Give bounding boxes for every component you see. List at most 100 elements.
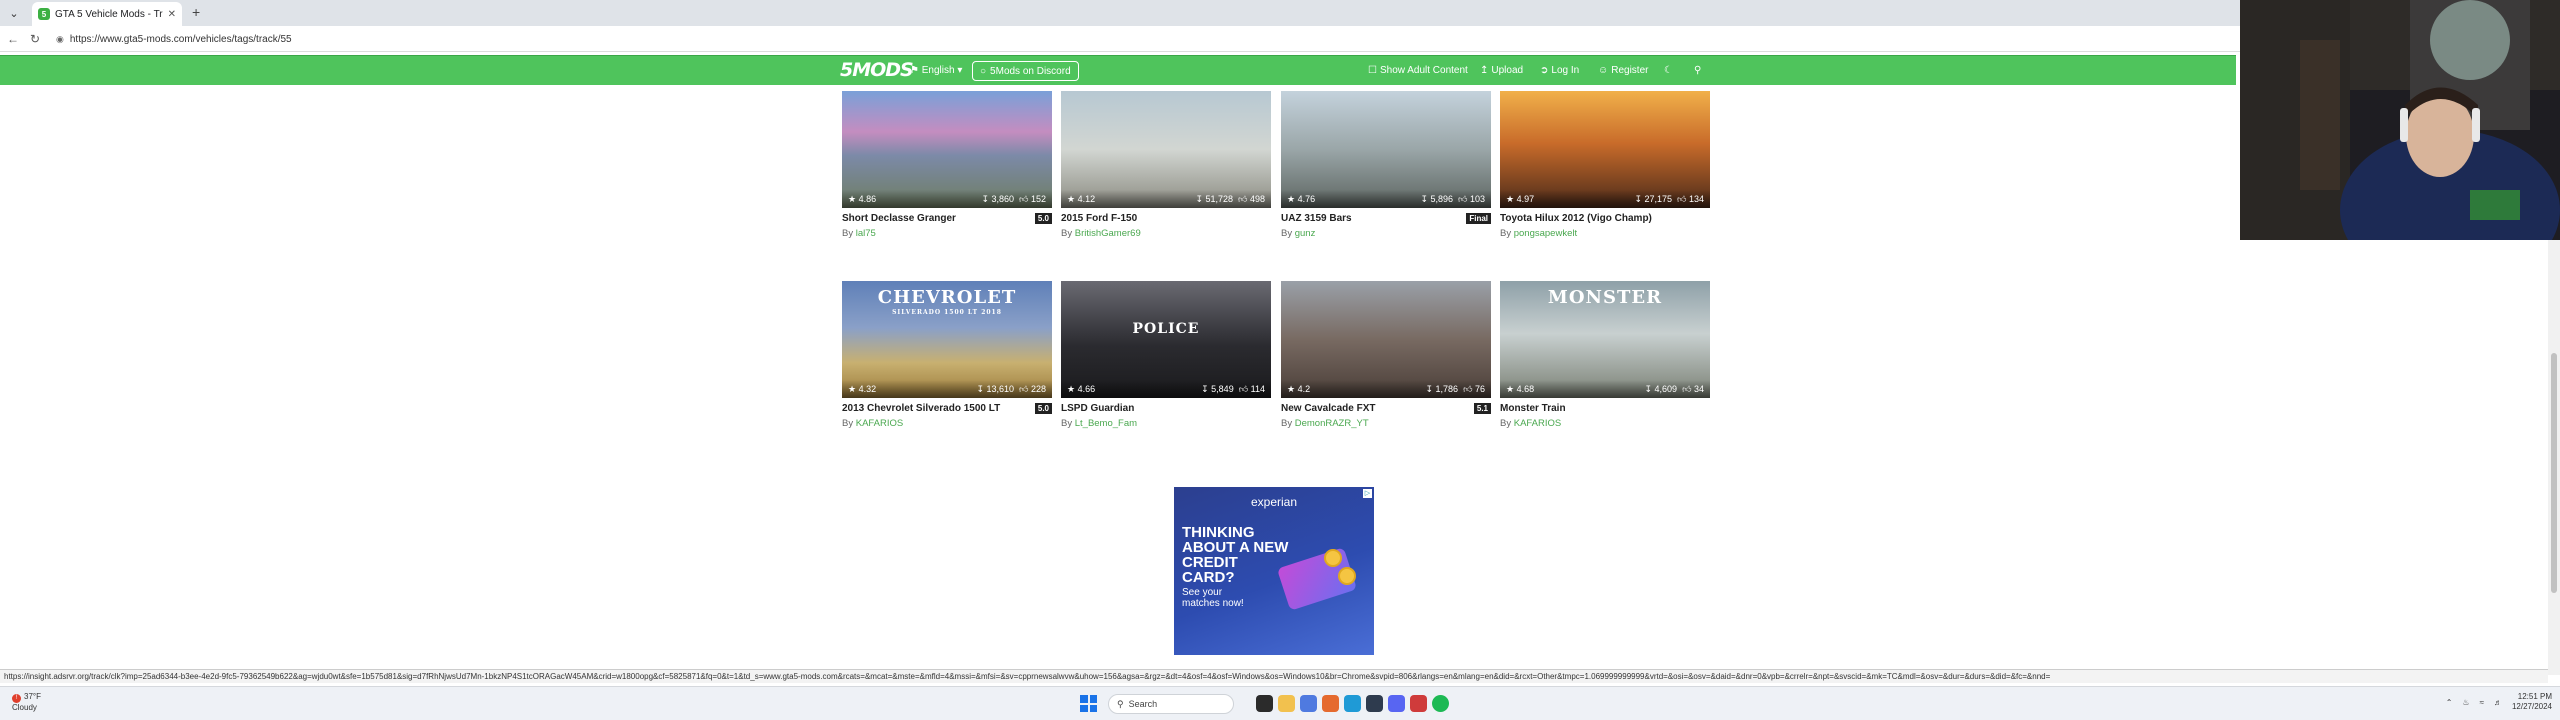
address-bar[interactable]: ◉ https://www.gta5-mods.com/vehicles/tag… xyxy=(56,30,2256,48)
download-count: 51,728 xyxy=(1205,194,1234,204)
mod-author-link[interactable]: KAFARIOS xyxy=(1514,418,1562,429)
coin-icon xyxy=(1338,567,1356,585)
task-view-icon[interactable] xyxy=(1256,695,1273,712)
mod-rating: ★ 4.2 xyxy=(1287,384,1310,395)
mod-card[interactable]: ★ 4.97 ↧ 27,175 👍︎ 134 Toyota Hilux 2012 (… xyxy=(1500,91,1710,239)
advertisement[interactable]: ▷ experian THINKING ABOUT A NEW CREDIT C… xyxy=(1174,487,1374,655)
new-tab-icon[interactable]: + xyxy=(192,4,200,20)
weather-temp: 37°F xyxy=(24,692,41,701)
mod-card[interactable]: POLICE ★ 4.66 ↧ 5,849 👍︎ 114 LSPD Guardian B… xyxy=(1061,281,1271,429)
by-label: By xyxy=(1500,418,1514,429)
mod-author-link[interactable]: KAFARIOS xyxy=(856,418,904,429)
mod-card[interactable]: ★ 4.76 ↧ 5,896 👍︎ 103 UAZ 3159 Bars Final By… xyxy=(1281,91,1491,239)
site-navbar: 5MODS ⚑ English ▾ ○ 5Mods on Discord ☐ Sho… xyxy=(0,55,2236,85)
mod-thumbnail[interactable]: CHEVROLET SILVERADO 1500 LT 2018 ★ 4.32 ↧ 1… xyxy=(842,281,1052,398)
mod-author-link[interactable]: Lt_Bemo_Fam xyxy=(1075,418,1137,429)
mod-rating: ★ 4.68 xyxy=(1506,384,1534,395)
mod-author-link[interactable]: BritishGamer69 xyxy=(1075,228,1141,239)
mod-thumbnail[interactable]: ★ 4.76 ↧ 5,896 👍︎ 103 xyxy=(1281,91,1491,208)
app-icon[interactable] xyxy=(1410,695,1427,712)
login-link[interactable]: ➲ Log In xyxy=(1540,65,1579,76)
screen: ⌄ 5 GTA 5 Vehicle Mods - Track - GTA ✕ +… xyxy=(0,0,2560,720)
mod-title[interactable]: 2013 Chevrolet Silverado 1500 LT xyxy=(842,403,1000,414)
windows-start-icon[interactable] xyxy=(1080,695,1097,712)
mod-card[interactable]: CHEVROLET SILVERADO 1500 LT 2018 ★ 4.32 ↧ 1… xyxy=(842,281,1052,429)
mod-thumbnail[interactable]: ★ 4.97 ↧ 27,175 👍︎ 134 xyxy=(1500,91,1710,208)
clock[interactable]: 12:51 PM 12/27/2024 xyxy=(2512,692,2552,712)
mod-title[interactable]: LSPD Guardian xyxy=(1061,403,1134,414)
back-icon[interactable]: ← xyxy=(4,30,22,48)
wifi-icon[interactable]: ≈ xyxy=(2480,698,2484,707)
upload-icon: ↥ xyxy=(1480,65,1489,76)
show-adult-content-toggle[interactable]: ☐ Show Adult Content xyxy=(1368,65,1468,76)
close-tab-icon[interactable]: ✕ xyxy=(168,9,176,20)
mod-author-line: By lal75 xyxy=(842,228,876,239)
mod-title[interactable]: 2015 Ford F-150 xyxy=(1061,213,1137,224)
notification-bell-icon[interactable]: ♨ xyxy=(2462,698,2469,707)
like-icon: 👍︎ xyxy=(1463,384,1473,394)
app-icon[interactable] xyxy=(1322,695,1339,712)
mod-stats: ↧ 51,728 👍︎ 498 xyxy=(1195,194,1265,205)
mod-thumbnail[interactable]: ★ 4.86 ↧ 3,860 👍︎ 152 xyxy=(842,91,1052,208)
chevron-up-icon[interactable]: ⌃ xyxy=(2446,698,2453,707)
file-explorer-icon[interactable] xyxy=(1278,695,1295,712)
app-icon[interactable] xyxy=(1366,695,1383,712)
mod-author-line: By KAFARIOS xyxy=(1500,418,1561,429)
scrollbar-thumb[interactable] xyxy=(2551,353,2557,593)
mod-thumbnail[interactable]: MONSTER ★ 4.68 ↧ 4,609 👍︎ 34 xyxy=(1500,281,1710,398)
mod-title[interactable]: Monster Train xyxy=(1500,403,1566,414)
mod-author-link[interactable]: pongsapewkelt xyxy=(1514,228,1577,239)
site-logo[interactable]: 5MODS xyxy=(840,59,914,81)
search-icon[interactable]: ⚲ xyxy=(1694,65,1701,76)
discord-button[interactable]: ○ 5Mods on Discord xyxy=(972,61,1079,81)
mod-author-line: By DemonRAZR_YT xyxy=(1281,418,1369,429)
mod-card[interactable]: MONSTER ★ 4.68 ↧ 4,609 👍︎ 34 Monster Train B… xyxy=(1500,281,1710,429)
taskbar-search[interactable]: ⚲ Search xyxy=(1108,694,1234,714)
tab-list-icon[interactable]: ⌄ xyxy=(4,3,24,23)
mod-thumbnail[interactable]: ★ 4.12 ↧ 51,728 👍︎ 498 xyxy=(1061,91,1271,208)
mod-title[interactable]: Short Declasse Granger xyxy=(842,213,956,224)
photos-app-icon[interactable] xyxy=(1300,695,1317,712)
mod-rating: ★ 4.32 xyxy=(848,384,876,395)
download-icon: ↧ xyxy=(1201,384,1209,394)
browser-tab[interactable]: 5 GTA 5 Vehicle Mods - Track - GTA ✕ xyxy=(32,2,182,26)
discord-app-icon[interactable] xyxy=(1388,695,1405,712)
mod-title[interactable]: New Cavalcade FXT xyxy=(1281,403,1375,414)
star-icon: ★ xyxy=(1067,384,1076,394)
mod-card[interactable]: ★ 4.2 ↧ 1,786 👍︎ 76 New Cavalcade FXT 5.1 By… xyxy=(1281,281,1491,429)
by-label: By xyxy=(1500,228,1514,239)
like-icon: 👍︎ xyxy=(1238,384,1249,394)
rating-value: 4.32 xyxy=(858,384,877,394)
mod-title[interactable]: UAZ 3159 Bars xyxy=(1281,213,1352,224)
language-selector[interactable]: ⚑ English ▾ xyxy=(910,65,962,76)
clock-date: 12/27/2024 xyxy=(2511,702,2552,711)
version-badge: 5.0 xyxy=(1034,213,1052,224)
register-icon: ☺ xyxy=(1598,65,1609,76)
ad-subtext: See your matches now! xyxy=(1182,587,1244,609)
upload-link[interactable]: ↥ Upload xyxy=(1480,65,1523,76)
mod-thumbnail[interactable]: ★ 4.2 ↧ 1,786 👍︎ 76 xyxy=(1281,281,1491,398)
mod-author-link[interactable]: DemonRAZR_YT xyxy=(1295,418,1369,429)
spotify-icon[interactable] xyxy=(1432,695,1449,712)
dark-mode-icon[interactable]: ☾ xyxy=(1664,65,1673,76)
mod-author-link[interactable]: lal75 xyxy=(856,228,876,239)
mod-title[interactable]: Toyota Hilux 2012 (Vigo Champ) xyxy=(1500,213,1652,224)
mod-card[interactable]: ★ 4.12 ↧ 51,728 👍︎ 498 2015 Ford F-150 By B… xyxy=(1061,91,1271,239)
reload-icon[interactable]: ↻ xyxy=(26,30,44,48)
like-count: 76 xyxy=(1474,384,1485,394)
download-count: 13,610 xyxy=(986,384,1015,394)
mod-thumbnail[interactable]: POLICE ★ 4.66 ↧ 5,849 👍︎ 114 xyxy=(1061,281,1271,398)
like-icon: 👍︎ xyxy=(1019,194,1029,204)
download-count: 5,896 xyxy=(1430,194,1454,204)
site-info-icon[interactable]: ◉ xyxy=(56,34,64,45)
like-count: 152 xyxy=(1030,194,1046,204)
star-icon: ★ xyxy=(1067,194,1076,204)
edge-browser-icon[interactable] xyxy=(1344,695,1361,712)
register-link[interactable]: ☺ Register xyxy=(1598,65,1648,76)
mod-card[interactable]: ★ 4.86 ↧ 3,860 👍︎ 152 Short Declasse Grang… xyxy=(842,91,1052,239)
link-status-bar: https://insight.adsrvr.org/track/clk?imp… xyxy=(0,669,2548,683)
volume-icon[interactable]: ♬ xyxy=(2494,698,2502,707)
star-icon: ★ xyxy=(1506,384,1515,394)
mod-author-link[interactable]: gunz xyxy=(1295,228,1316,239)
weather-widget[interactable]: ! 37°F Cloudy xyxy=(12,692,41,713)
